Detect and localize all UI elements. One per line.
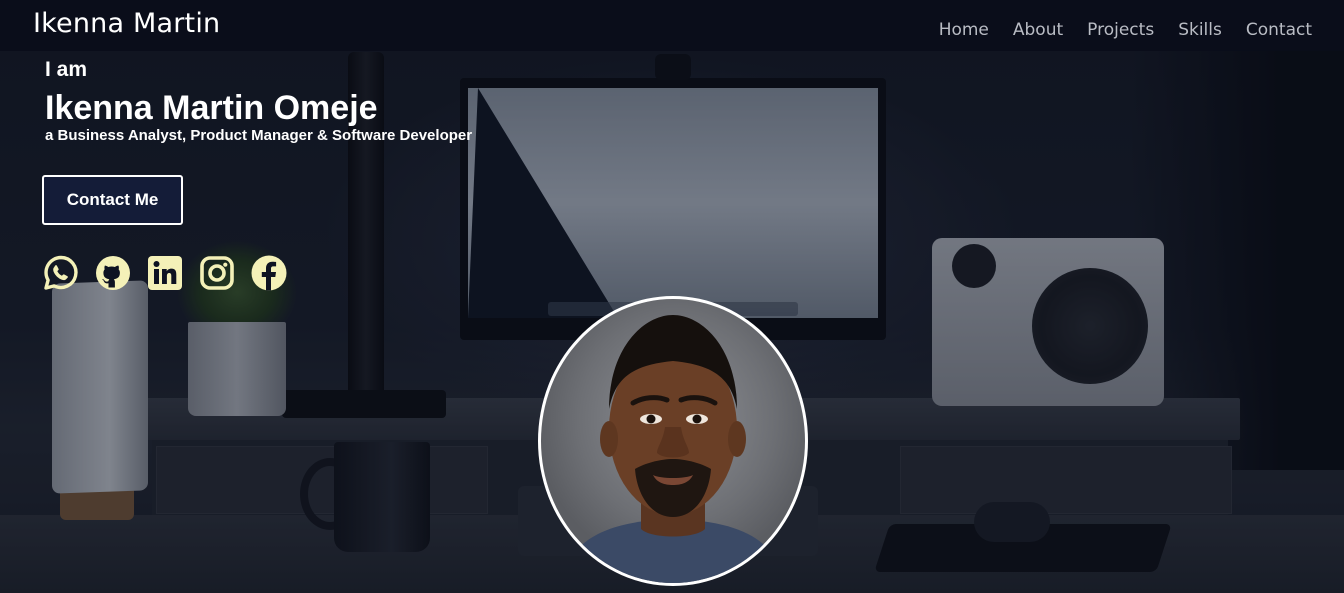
nav-link-about[interactable]: About (1013, 20, 1063, 40)
hero-page: Ikenna Martin Home About Projects Skills… (0, 0, 1344, 593)
nav-link-contact[interactable]: Contact (1246, 20, 1312, 40)
linkedin-icon[interactable] (146, 254, 184, 292)
profile-portrait (561, 315, 785, 583)
nav-links: Home About Projects Skills Contact (939, 20, 1312, 40)
nav-link-skills[interactable]: Skills (1178, 20, 1222, 40)
facebook-icon[interactable] (250, 254, 288, 292)
nav-link-home[interactable]: Home (939, 20, 989, 40)
hero-roles: a Business Analyst, Product Manager & So… (45, 127, 473, 144)
contact-me-button[interactable]: Contact Me (42, 175, 183, 225)
instagram-icon[interactable] (198, 254, 236, 292)
social-links (42, 254, 288, 292)
navbar: Ikenna Martin Home About Projects Skills… (0, 0, 1344, 51)
whatsapp-icon[interactable] (42, 254, 80, 292)
github-icon[interactable] (94, 254, 132, 292)
profile-photo (538, 296, 808, 586)
hero-text: I am Ikenna Martin Omeje a Business Anal… (45, 57, 472, 145)
brand-logo-link[interactable]: Ikenna Martin (33, 8, 220, 39)
nav-link-projects[interactable]: Projects (1087, 20, 1154, 40)
hero-name: Ikenna Martin Omeje (45, 89, 378, 127)
hero-intro: I am (45, 58, 88, 81)
